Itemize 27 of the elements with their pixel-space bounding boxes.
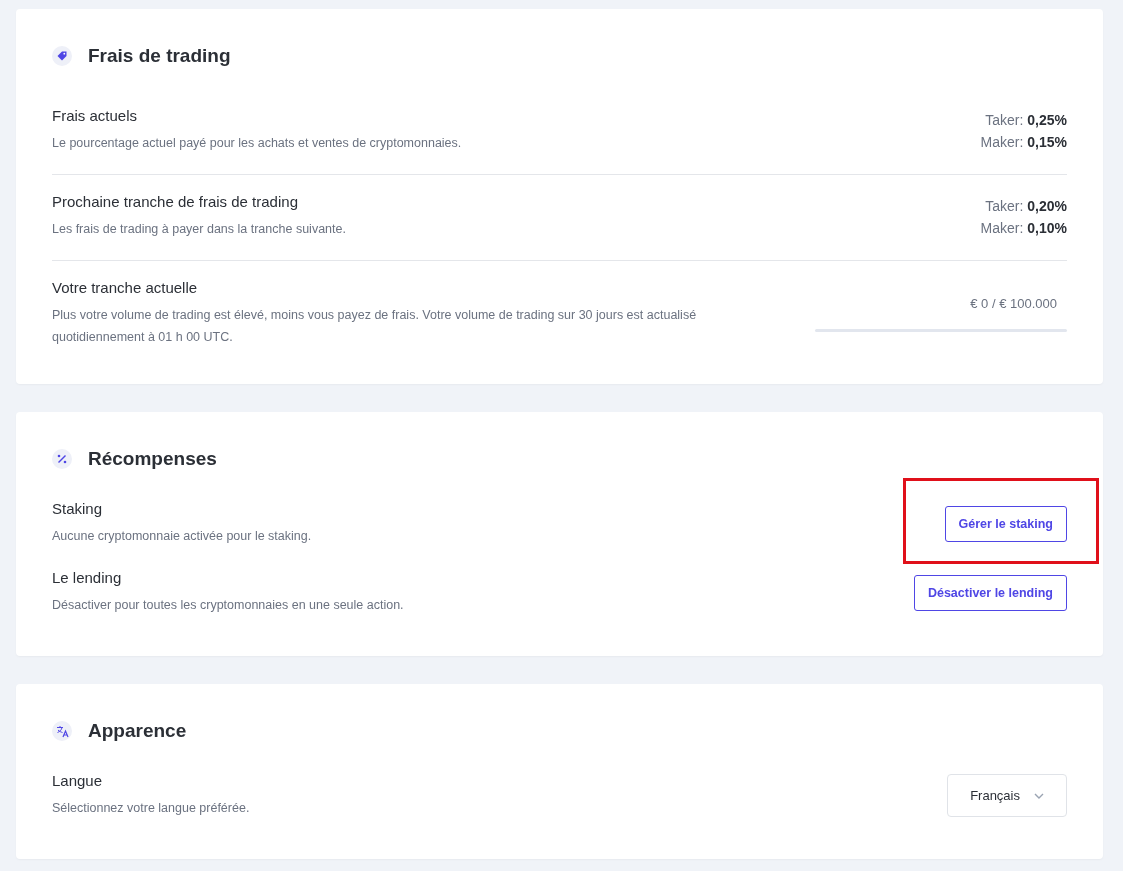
row-title: Langue [52, 772, 104, 789]
fee-rate: Maker: 0,10% [980, 218, 1067, 238]
section-icon [52, 46, 72, 66]
section-title: Frais de trading [88, 45, 231, 67]
action-button[interactable]: Désactiver le lending [913, 574, 1067, 611]
section-icon [52, 449, 72, 469]
fee-rate: Taker: 0,20% [984, 196, 1067, 216]
row-description: Désactiver pour toutes les cryptomonnaies en une seule action. [52, 597, 404, 614]
row-description: Aucune cryptomonnaie activée pour le staking. [52, 528, 312, 545]
section-title: Apparence [88, 720, 187, 742]
row-description: Le pourcentage actuel payé pour les achats et ventes de cryptomonnaies. [52, 135, 462, 152]
volume-reading: € 0 / € 100.000 [969, 295, 1058, 311]
row-title: Votre tranche actuelle [52, 279, 199, 296]
chevron-down-icon [1034, 792, 1044, 799]
section-title: Récompenses [88, 448, 217, 470]
row-description: Plus votre volume de trading est élevé, moins vous payez de frais. Votre volume de trading sur 30 jours est actualisé quotidiennement à 01 h 00 UTC. [52, 307, 698, 346]
fee-rate: Taker: 0,25% [984, 110, 1067, 130]
action-button[interactable]: Gérer le staking [944, 505, 1067, 542]
row-title: Staking [52, 500, 104, 517]
row-title: Le lending [52, 569, 123, 586]
row-description: Sélectionnez votre langue préférée. [52, 800, 250, 817]
row-description: Les frais de trading à payer dans la tranche suivante. [52, 221, 346, 238]
fee-rate: Maker: 0,15% [980, 132, 1067, 152]
row-title: Prochaine tranche de frais de trading [52, 193, 299, 210]
section-icon [52, 721, 72, 741]
language-select[interactable]: Français [947, 774, 1067, 817]
row-title: Frais actuels [52, 107, 139, 124]
